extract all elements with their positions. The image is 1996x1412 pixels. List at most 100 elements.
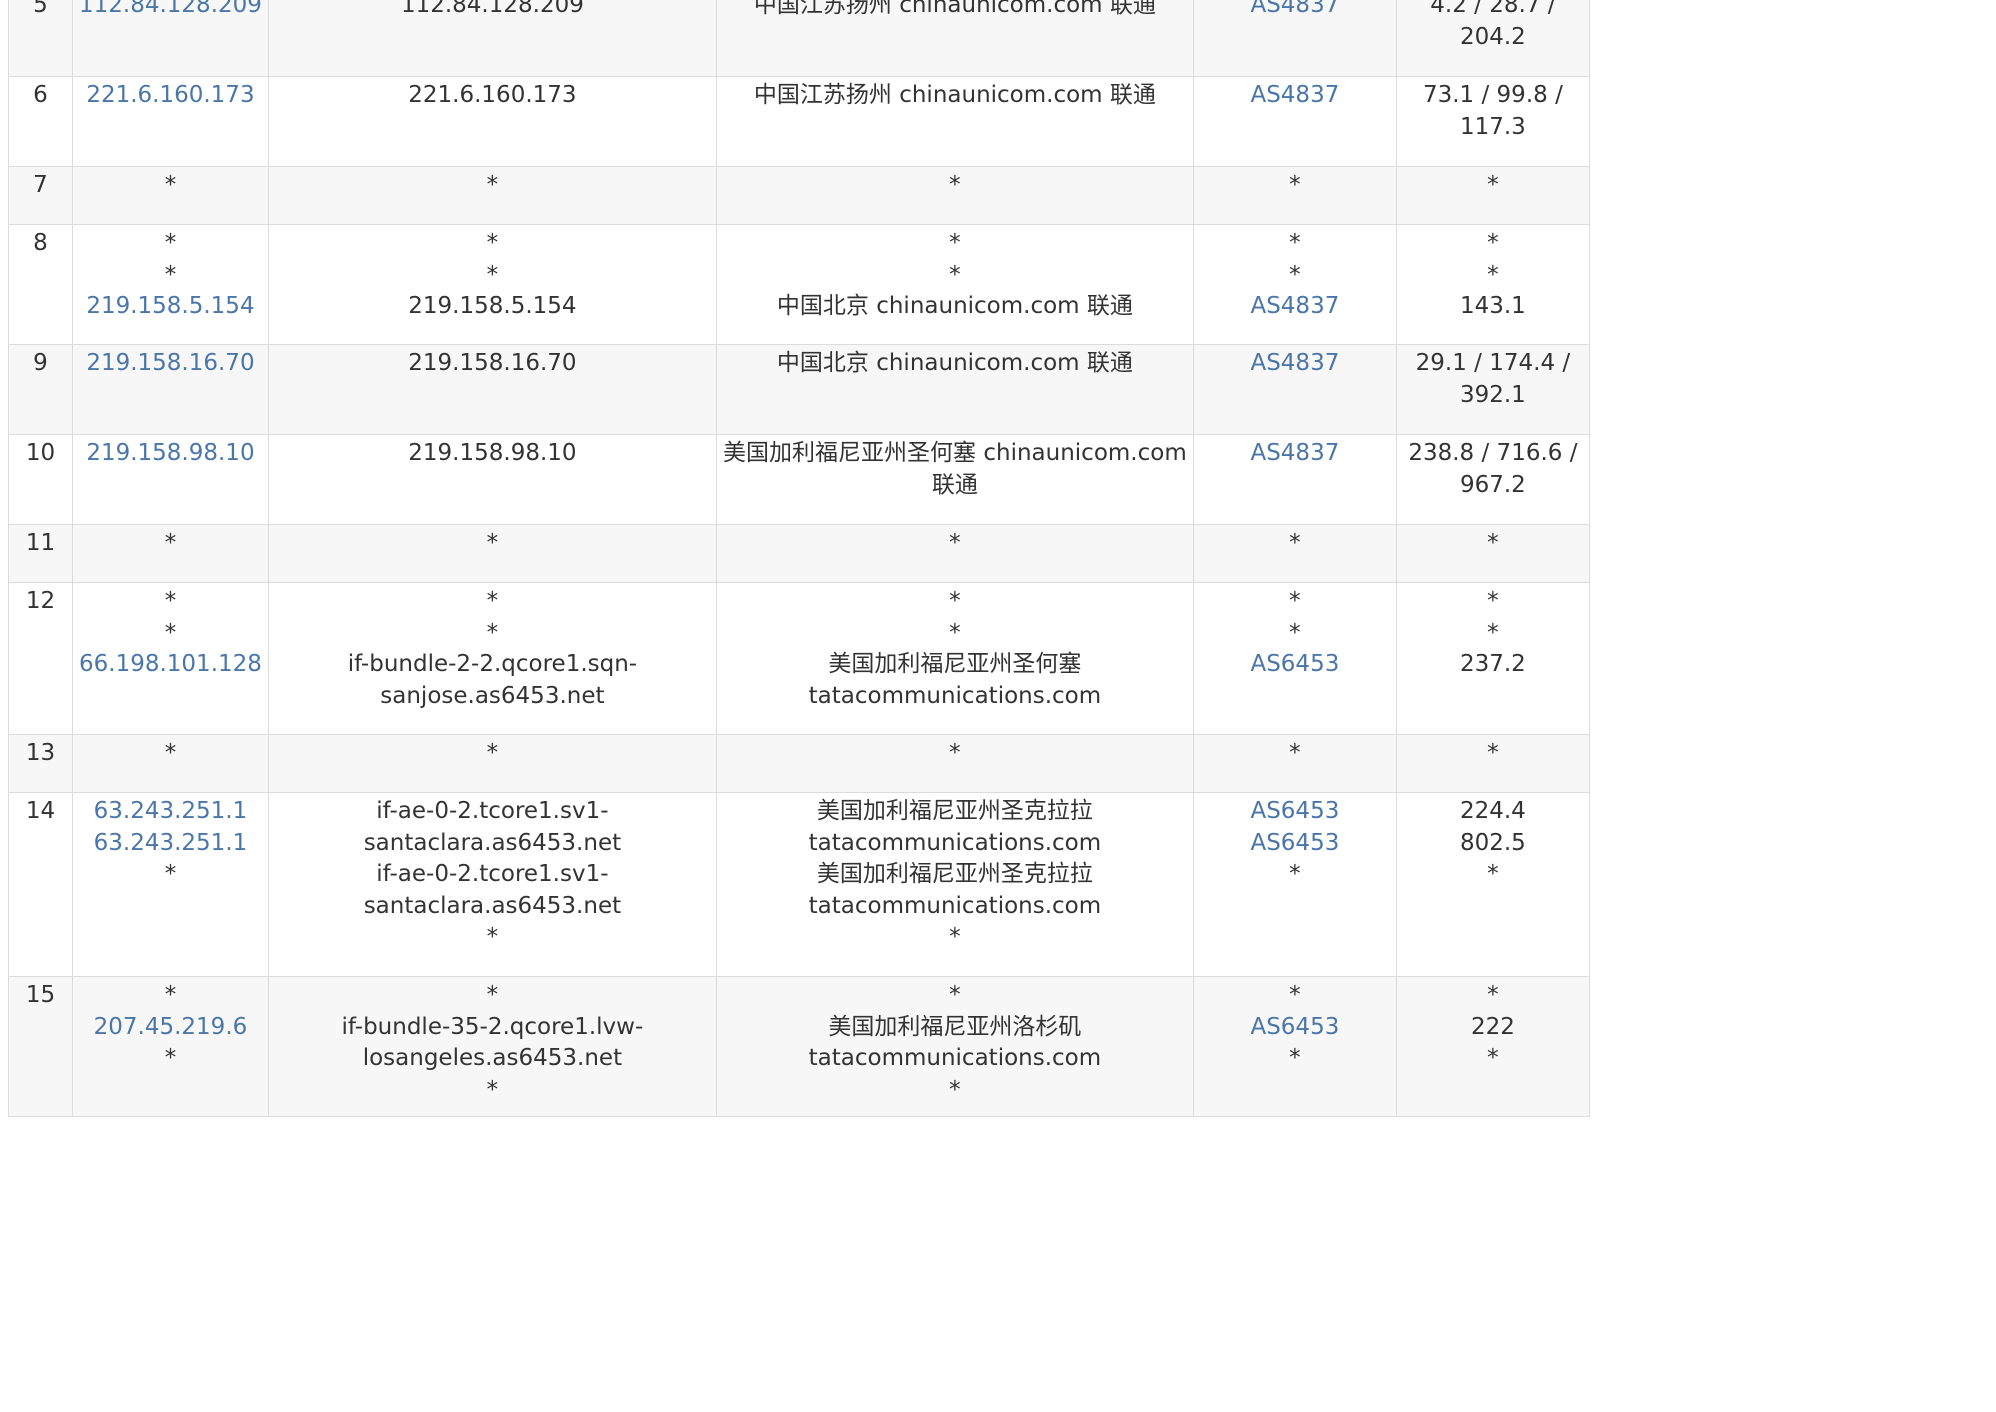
hostname-cell: * <box>267 166 717 225</box>
latency-text: 29.1 / 174.4 / 392.1 <box>1415 350 1571 408</box>
timeout-marker: * <box>486 924 499 950</box>
ip-cell: 219.158.16.70 <box>72 344 269 435</box>
timeout-marker: * <box>1289 530 1301 556</box>
hop-row: 13 * * * * * <box>8 734 1590 793</box>
location-text: 美国加利福尼亚州圣何塞 tatacommunications.com <box>808 651 1102 709</box>
timeout-marker: * <box>949 1076 961 1103</box>
traceroute-table-body: 5 112.84.128.209 112.84.128.209 中国江苏扬州 chin… <box>8 0 1590 1117</box>
asn-link[interactable]: AS4837 <box>1200 80 1390 112</box>
location-text: 美国加利福尼亚州洛杉矶 tatacommunications.com <box>808 1013 1102 1072</box>
location-text: 中国江苏扬州 chinaunicom.com 联通 <box>753 0 1156 18</box>
ip-link[interactable]: 207.45.219.6 <box>79 1012 262 1044</box>
location-cell: 美国加利福尼亚州圣克拉拉 tatacommunications.com 美国加利福… <box>715 792 1194 977</box>
hop-row: 9 219.158.16.70 219.158.16.70 中国北京 chinauni… <box>8 344 1590 435</box>
timeout-marker: * <box>486 619 499 646</box>
timeout-marker: * <box>486 982 499 1008</box>
latency-cell: * * 237.2 <box>1395 582 1590 735</box>
latency-cell: 4.2 / 28.7 / 204.2 <box>1395 0 1590 77</box>
latency-text: 222 <box>1470 1013 1515 1040</box>
hop-number: 12 <box>8 582 73 735</box>
timeout-marker: * <box>1487 588 1499 614</box>
ip-link[interactable]: 63.243.251.1 <box>79 828 262 860</box>
asn-link[interactable]: AS6453 <box>1200 649 1390 681</box>
timeout-marker: * <box>1487 861 1499 887</box>
timeout-marker: * <box>1487 1045 1499 1071</box>
location-cell: * <box>715 524 1194 583</box>
hostname-cell: 219.158.98.10 <box>267 434 717 525</box>
ip-cell: 221.6.160.173 <box>72 76 269 167</box>
asn-cell: * AS6453 * <box>1192 976 1397 1117</box>
timeout-marker: * <box>949 740 961 766</box>
ip-link[interactable]: 219.158.98.10 <box>79 438 262 470</box>
ip-link[interactable]: 63.243.251.1 <box>79 796 262 828</box>
ip-link[interactable]: 221.6.160.173 <box>79 80 262 112</box>
hop-number: 14 <box>8 792 73 977</box>
asn-link[interactable]: AS4837 <box>1200 0 1390 22</box>
asn-link[interactable]: AS4837 <box>1200 438 1390 470</box>
ip-link[interactable]: 219.158.5.154 <box>79 291 262 323</box>
asn-link[interactable]: AS4837 <box>1200 291 1390 323</box>
timeout-marker: * <box>486 172 499 198</box>
ip-link[interactable]: 219.158.16.70 <box>79 348 262 380</box>
timeout-marker: * <box>1289 230 1301 256</box>
location-cell: 中国江苏扬州 chinaunicom.com 联通 <box>715 0 1194 77</box>
location-text: 美国加利福尼亚州圣克拉拉 tatacommunications.com <box>808 861 1102 919</box>
timeout-marker: * <box>949 172 961 198</box>
location-text: 中国北京 chinaunicom.com 联通 <box>776 293 1133 319</box>
hostname-cell: * * if-bundle-2-2.qcore1.sqn-sanjose.as645… <box>267 582 717 735</box>
latency-cell: 224.4 802.5 * <box>1395 792 1590 977</box>
latency-cell: 29.1 / 174.4 / 392.1 <box>1395 344 1590 435</box>
timeout-marker: * <box>1289 982 1301 1008</box>
asn-link[interactable]: AS6453 <box>1200 1012 1390 1044</box>
asn-cell: AS4837 <box>1192 344 1397 435</box>
location-cell: 中国江苏扬州 chinaunicom.com 联通 <box>715 76 1194 167</box>
hop-number: 15 <box>8 976 73 1117</box>
asn-link[interactable]: AS4837 <box>1200 348 1390 380</box>
location-text: 中国江苏扬州 chinaunicom.com 联通 <box>753 82 1156 108</box>
latency-cell: * <box>1395 166 1590 225</box>
timeout-marker: * <box>1487 172 1499 198</box>
latency-text: 4.2 / 28.7 / 204.2 <box>1430 0 1556 50</box>
timeout-marker: * <box>949 924 961 950</box>
timeout-marker: * <box>1289 1045 1301 1071</box>
latency-cell: 73.1 / 99.8 / 117.3 <box>1395 76 1590 167</box>
timeout-marker: * <box>164 530 177 556</box>
latency-text: 802.5 <box>1459 829 1526 856</box>
asn-cell: AS4837 <box>1192 0 1397 77</box>
location-text: 美国加利福尼亚州圣何塞 chinaunicom.com 联通 <box>723 440 1187 498</box>
asn-link[interactable]: AS6453 <box>1200 796 1390 828</box>
timeout-marker: * <box>486 1076 499 1103</box>
latency-text: 237.2 <box>1459 651 1526 677</box>
timeout-marker: * <box>1487 619 1499 646</box>
timeout-marker: * <box>949 230 961 256</box>
timeout-marker: * <box>1289 619 1301 646</box>
hostname-cell: 112.84.128.209 <box>267 0 717 77</box>
hostname-text: 219.158.98.10 <box>408 440 577 466</box>
ip-link[interactable]: 66.198.101.128 <box>79 649 262 681</box>
timeout-marker: * <box>164 619 177 646</box>
ip-cell: * <box>72 524 269 583</box>
asn-cell: AS4837 <box>1192 434 1397 525</box>
asn-link[interactable]: AS6453 <box>1200 828 1390 860</box>
timeout-marker: * <box>949 588 961 614</box>
timeout-marker: * <box>164 588 177 614</box>
hostname-cell: * <box>267 524 717 583</box>
location-cell: * * 美国加利福尼亚州圣何塞 tatacommunications.com <box>715 582 1194 735</box>
ip-cell: * <box>72 734 269 793</box>
timeout-marker: * <box>1289 261 1301 288</box>
location-cell: * <box>715 734 1194 793</box>
timeout-marker: * <box>1487 740 1499 766</box>
ip-cell: 219.158.98.10 <box>72 434 269 525</box>
hop-row: 14 63.243.251.1 63.243.251.1 * if-ae-0-2.tco… <box>8 792 1590 977</box>
ip-cell: * 207.45.219.6 * <box>72 976 269 1117</box>
timeout-marker: * <box>949 530 961 556</box>
asn-cell: AS4837 <box>1192 76 1397 167</box>
timeout-marker: * <box>1487 261 1499 288</box>
hostname-text: if-ae-0-2.tcore1.sv1-santaclara.as6453.n… <box>363 798 622 856</box>
hostname-text: if-ae-0-2.tcore1.sv1-santaclara.as6453.n… <box>363 861 622 919</box>
ip-link[interactable]: 112.84.128.209 <box>79 0 262 22</box>
timeout-marker: * <box>1289 861 1301 887</box>
latency-cell: * <box>1395 524 1590 583</box>
hop-number: 8 <box>8 224 73 345</box>
location-text: 美国加利福尼亚州圣克拉拉 tatacommunications.com <box>808 798 1102 856</box>
